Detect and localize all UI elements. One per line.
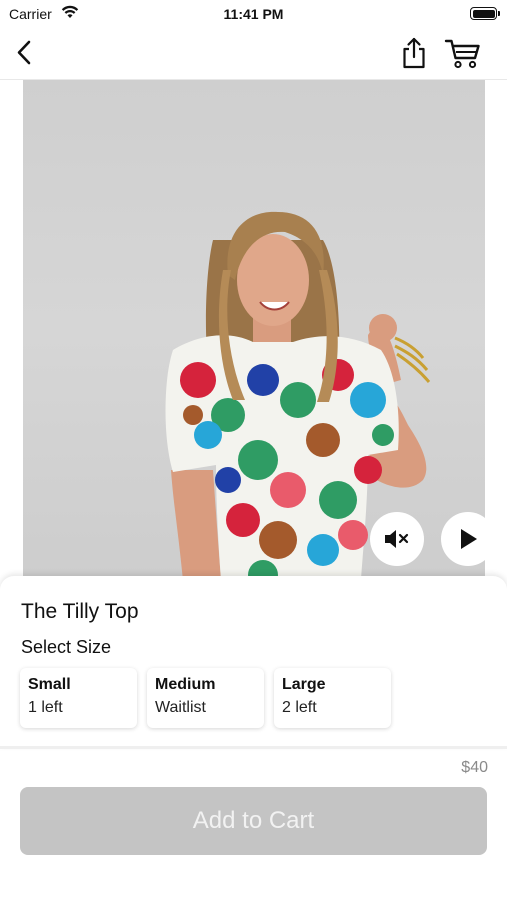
chevron-left-icon bbox=[17, 40, 31, 65]
status-bar: Carrier 11:41 PM bbox=[0, 0, 507, 28]
play-button[interactable] bbox=[441, 512, 495, 566]
size-option-medium[interactable]: Medium Waitlist bbox=[147, 668, 264, 728]
play-icon bbox=[461, 529, 477, 549]
size-name: Medium bbox=[155, 676, 216, 693]
size-option-small[interactable]: Small 1 left bbox=[20, 668, 137, 728]
add-to-cart-button[interactable]: Add to Cart bbox=[20, 787, 487, 855]
price-label: $40 bbox=[461, 759, 488, 776]
size-options: Small 1 left Medium Waitlist Large 2 lef… bbox=[20, 668, 391, 728]
battery-icon bbox=[470, 7, 500, 20]
divider bbox=[0, 746, 507, 749]
size-stock: Waitlist bbox=[155, 699, 206, 716]
mute-button[interactable] bbox=[370, 512, 424, 566]
size-name: Small bbox=[28, 676, 71, 693]
clock: 11:41 PM bbox=[223, 6, 284, 22]
cart-button[interactable] bbox=[444, 36, 482, 70]
product-title: The Tilly Top bbox=[21, 600, 139, 623]
size-stock: 2 left bbox=[282, 699, 317, 716]
navigation-bar bbox=[0, 28, 507, 80]
size-option-large[interactable]: Large 2 left bbox=[274, 668, 391, 728]
model-photo bbox=[165, 211, 431, 580]
speaker-muted-icon bbox=[385, 530, 409, 548]
size-stock: 1 left bbox=[28, 699, 63, 716]
size-heading: Select Size bbox=[21, 637, 112, 657]
share-button[interactable] bbox=[399, 36, 429, 70]
size-name: Large bbox=[282, 676, 326, 693]
product-sheet: The Tilly Top Select Size Small 1 left M… bbox=[0, 576, 507, 748]
share-icon bbox=[403, 37, 425, 69]
cart-icon bbox=[444, 39, 480, 69]
product-video[interactable] bbox=[23, 80, 485, 580]
back-button[interactable] bbox=[10, 38, 38, 68]
